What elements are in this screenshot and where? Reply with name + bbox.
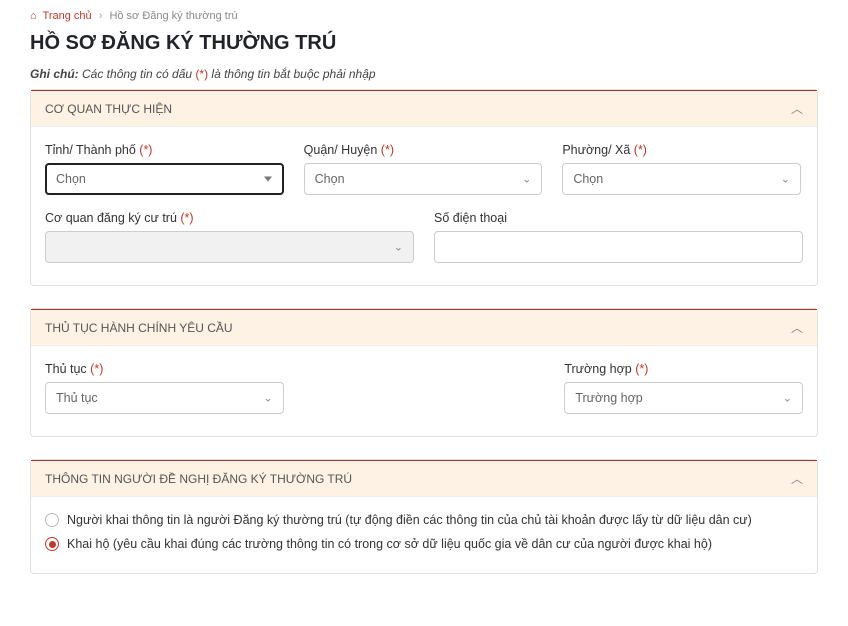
form-note: Ghi chú: Các thông tin có dấu (*) là thô…: [30, 67, 818, 81]
panel-info-title: THÔNG TIN NGƯỜI ĐỀ NGHỊ ĐĂNG KÝ THƯỜNG T…: [45, 472, 352, 486]
label-procedure: Thủ tục (*): [45, 362, 284, 376]
breadcrumb-home[interactable]: Trang chủ: [43, 10, 92, 22]
radio-icon-checked: [45, 537, 59, 551]
caret-down-icon: [264, 177, 272, 182]
label-agency: Cơ quan đăng ký cư trú (*): [45, 211, 414, 225]
label-district: Quận/ Huyện (*): [304, 143, 543, 157]
note-label: Ghi chú:: [30, 67, 79, 81]
radio-onbehalf[interactable]: Khai hộ (yêu cầu khai đúng các trường th…: [45, 537, 803, 551]
radio-group-declarant: Người khai thông tin là người Đăng ký th…: [45, 513, 803, 551]
panel-org-body: Tỉnh/ Thành phố (*) Chọn Quận/ Huyện (*)…: [31, 127, 817, 285]
label-province: Tỉnh/ Thành phố (*): [45, 143, 284, 157]
select-district[interactable]: Chọn ⌄: [304, 163, 543, 195]
field-district: Quận/ Huyện (*) Chọn ⌄: [304, 143, 543, 195]
radio-self[interactable]: Người khai thông tin là người Đăng ký th…: [45, 513, 803, 527]
note-text-after: là thông tin bắt buộc phải nhập: [208, 67, 375, 81]
field-province: Tỉnh/ Thành phố (*) Chọn: [45, 143, 284, 195]
note-text-before: Các thông tin có dấu: [79, 67, 196, 81]
panel-proc-body: Thủ tục (*) Thủ tục ⌄ Trường hợp (*) Trư…: [31, 346, 817, 436]
field-agency: Cơ quan đăng ký cư trú (*) ⌄: [45, 211, 414, 263]
chevron-down-icon: ⌄: [394, 241, 403, 254]
panel-org-header[interactable]: CƠ QUAN THỰC HIỆN ︿: [31, 90, 817, 127]
panel-info-header[interactable]: THÔNG TIN NGƯỜI ĐỀ NGHỊ ĐĂNG KÝ THƯỜNG T…: [31, 460, 817, 497]
radio-self-label: Người khai thông tin là người Đăng ký th…: [67, 513, 752, 527]
field-ward: Phường/ Xã (*) Chọn ⌄: [562, 143, 801, 195]
page-title: HỒ SƠ ĐĂNG KÝ THƯỜNG TRÚ: [30, 32, 818, 55]
radio-icon: [45, 513, 59, 527]
panel-org-title: CƠ QUAN THỰC HIỆN: [45, 102, 172, 116]
panel-proc-header[interactable]: THỦ TỤC HÀNH CHÍNH YÊU CẦU ︿: [31, 309, 817, 346]
select-province-value: Chọn: [56, 172, 86, 186]
field-procedure: Thủ tục (*) Thủ tục ⌄: [45, 362, 284, 414]
select-district-value: Chọn: [315, 172, 345, 186]
label-case: Trường hợp (*): [564, 362, 803, 376]
panel-info-body: Người khai thông tin là người Đăng ký th…: [31, 497, 817, 573]
chevron-down-icon: ⌄: [263, 392, 272, 405]
radio-onbehalf-label: Khai hộ (yêu cầu khai đúng các trường th…: [67, 537, 712, 551]
field-phone: Số điện thoại: [434, 211, 803, 263]
panel-proc-title: THỦ TỤC HÀNH CHÍNH YÊU CẦU: [45, 321, 233, 335]
chevron-up-icon: ︿: [791, 319, 803, 336]
select-case[interactable]: Trường hợp ⌄: [564, 382, 803, 414]
label-ward: Phường/ Xã (*): [562, 143, 801, 157]
chevron-down-icon: ⌄: [522, 173, 531, 186]
select-procedure-value: Thủ tục: [56, 391, 98, 405]
panel-info: THÔNG TIN NGƯỜI ĐỀ NGHỊ ĐĂNG KÝ THƯỜNG T…: [30, 459, 818, 574]
chevron-up-icon: ︿: [791, 470, 803, 487]
select-case-value: Trường hợp: [575, 391, 642, 405]
breadcrumb-current: Hồ sơ Đăng ký thường trú: [109, 10, 237, 22]
label-phone: Số điện thoại: [434, 211, 803, 225]
select-agency[interactable]: ⌄: [45, 231, 414, 263]
breadcrumb-sep: ›: [99, 10, 103, 22]
chevron-down-icon: ⌄: [783, 392, 792, 405]
select-procedure[interactable]: Thủ tục ⌄: [45, 382, 284, 414]
chevron-down-icon: ⌄: [781, 173, 790, 186]
chevron-up-icon: ︿: [791, 100, 803, 117]
select-province[interactable]: Chọn: [45, 163, 284, 195]
field-case: Trường hợp (*) Trường hợp ⌄: [564, 362, 803, 414]
note-mark: (*): [195, 67, 208, 81]
select-ward[interactable]: Chọn ⌄: [562, 163, 801, 195]
home-icon: ⌂: [30, 10, 37, 22]
breadcrumb: ⌂ Trang chủ › Hồ sơ Đăng ký thường trú: [30, 10, 818, 22]
panel-org: CƠ QUAN THỰC HIỆN ︿ Tỉnh/ Thành phố (*) …: [30, 89, 818, 286]
input-phone[interactable]: [434, 231, 803, 263]
select-ward-value: Chọn: [573, 172, 603, 186]
panel-proc: THỦ TỤC HÀNH CHÍNH YÊU CẦU ︿ Thủ tục (*)…: [30, 308, 818, 437]
